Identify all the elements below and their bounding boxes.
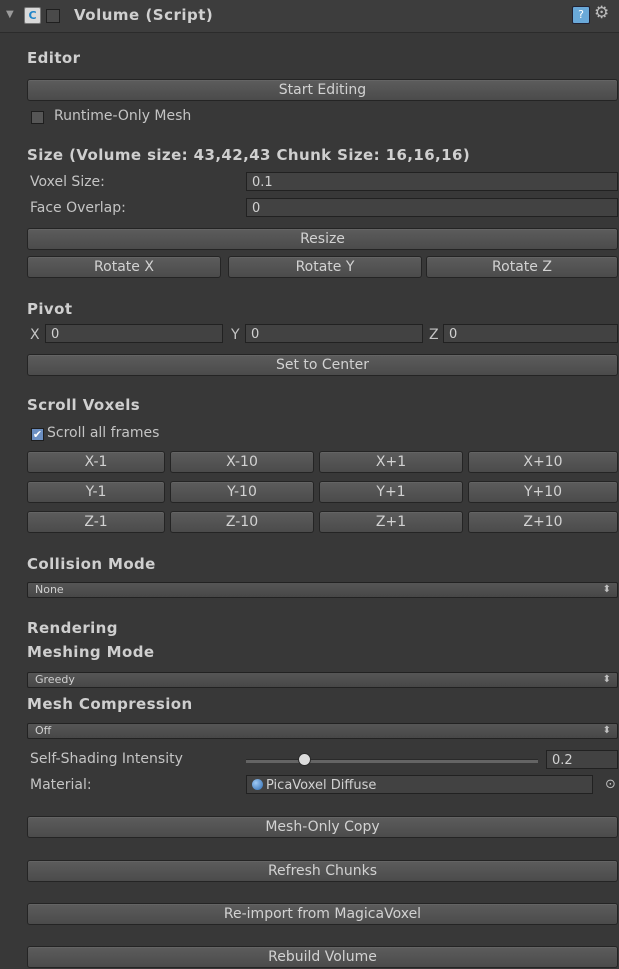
rotate-x-button[interactable]: Rotate X	[27, 256, 221, 278]
pivot-x-label: X	[30, 327, 40, 343]
mesh-compression-value: Off	[35, 724, 52, 737]
meshing-mode-dropdown[interactable]: Greedy ⬍	[27, 672, 618, 688]
self-shading-input[interactable]: 0.2	[546, 750, 618, 769]
dropdown-arrow-icon: ⬍	[602, 584, 611, 595]
object-picker-icon[interactable]: ⊙	[605, 777, 616, 792]
help-icon[interactable]: ?	[572, 6, 590, 24]
set-to-center-button[interactable]: Set to Center	[27, 354, 618, 376]
runtime-only-mesh-checkbox[interactable]	[31, 111, 44, 124]
material-sphere-icon	[252, 779, 263, 790]
mesh-compression-dropdown[interactable]: Off ⬍	[27, 723, 618, 739]
rendering-heading: Rendering	[27, 619, 118, 637]
refresh-chunks-button[interactable]: Refresh Chunks	[27, 860, 618, 882]
scroll-x-minus-10-button[interactable]: X-10	[170, 451, 314, 473]
resize-button[interactable]: Resize	[27, 228, 618, 250]
scroll-x-plus-1-button[interactable]: X+1	[319, 451, 463, 473]
component-title: Volume (Script)	[74, 6, 214, 24]
scroll-y-minus-1-button[interactable]: Y-1	[27, 481, 165, 503]
face-overlap-input[interactable]: 0	[246, 198, 618, 217]
pivot-y-label: Y	[231, 327, 240, 343]
scroll-voxels-heading: Scroll Voxels	[27, 396, 141, 414]
collision-mode-value: None	[35, 583, 64, 596]
size-heading: Size (Volume size: 43,42,43 Chunk Size: …	[27, 146, 471, 164]
scroll-z-plus-10-button[interactable]: Z+10	[468, 511, 618, 533]
rebuild-volume-button[interactable]: Rebuild Volume	[27, 946, 618, 968]
fold-arrow-icon[interactable]: ▼	[6, 9, 14, 20]
meshing-mode-value: Greedy	[35, 673, 75, 686]
mesh-only-copy-button[interactable]: Mesh-Only Copy	[27, 816, 618, 838]
pivot-z-label: Z	[429, 327, 439, 343]
dropdown-arrow-icon: ⬍	[602, 674, 611, 685]
pivot-z-input[interactable]: 0	[443, 324, 618, 343]
scroll-z-minus-1-button[interactable]: Z-1	[27, 511, 165, 533]
material-field[interactable]: PicaVoxel Diffuse	[246, 775, 593, 794]
gear-icon[interactable]: ⚙	[594, 3, 609, 23]
scroll-x-plus-10-button[interactable]: X+10	[468, 451, 618, 473]
pivot-x-input[interactable]: 0	[45, 324, 223, 343]
rotate-y-button[interactable]: Rotate Y	[228, 256, 422, 278]
scroll-all-frames-checkbox[interactable]: ✔	[31, 428, 44, 441]
scroll-z-plus-1-button[interactable]: Z+1	[319, 511, 463, 533]
pivot-y-input[interactable]: 0	[245, 324, 423, 343]
editor-heading: Editor	[27, 49, 81, 67]
collision-mode-heading: Collision Mode	[27, 555, 156, 573]
dropdown-arrow-icon: ⬍	[602, 725, 611, 736]
reimport-button[interactable]: Re-import from MagicaVoxel	[27, 903, 618, 925]
mesh-compression-heading: Mesh Compression	[27, 695, 193, 713]
material-value: PicaVoxel Diffuse	[266, 778, 377, 793]
start-editing-button[interactable]: Start Editing	[27, 79, 618, 101]
scroll-y-plus-1-button[interactable]: Y+1	[319, 481, 463, 503]
voxel-size-label: Voxel Size:	[30, 174, 105, 190]
meshing-mode-heading: Meshing Mode	[27, 643, 155, 661]
face-overlap-label: Face Overlap:	[30, 200, 126, 216]
self-shading-slider-track[interactable]	[246, 759, 538, 763]
material-label: Material:	[30, 777, 92, 793]
component-header[interactable]: ▼ C Volume (Script) ? ⚙	[0, 0, 619, 33]
pivot-heading: Pivot	[27, 300, 73, 318]
voxel-size-input[interactable]: 0.1	[246, 172, 618, 191]
self-shading-slider-thumb[interactable]	[298, 753, 312, 766]
script-icon: C	[24, 7, 41, 24]
scroll-y-plus-10-button[interactable]: Y+10	[468, 481, 618, 503]
scroll-z-minus-10-button[interactable]: Z-10	[170, 511, 314, 533]
scroll-y-minus-10-button[interactable]: Y-10	[170, 481, 314, 503]
component-enabled-checkbox[interactable]	[46, 9, 60, 23]
collision-mode-dropdown[interactable]: None ⬍	[27, 582, 618, 598]
scroll-all-frames-label: Scroll all frames	[47, 425, 160, 441]
rotate-z-button[interactable]: Rotate Z	[426, 256, 618, 278]
runtime-only-mesh-label: Runtime-Only Mesh	[54, 108, 192, 124]
scroll-x-minus-1-button[interactable]: X-1	[27, 451, 165, 473]
self-shading-label: Self-Shading Intensity	[30, 751, 183, 767]
